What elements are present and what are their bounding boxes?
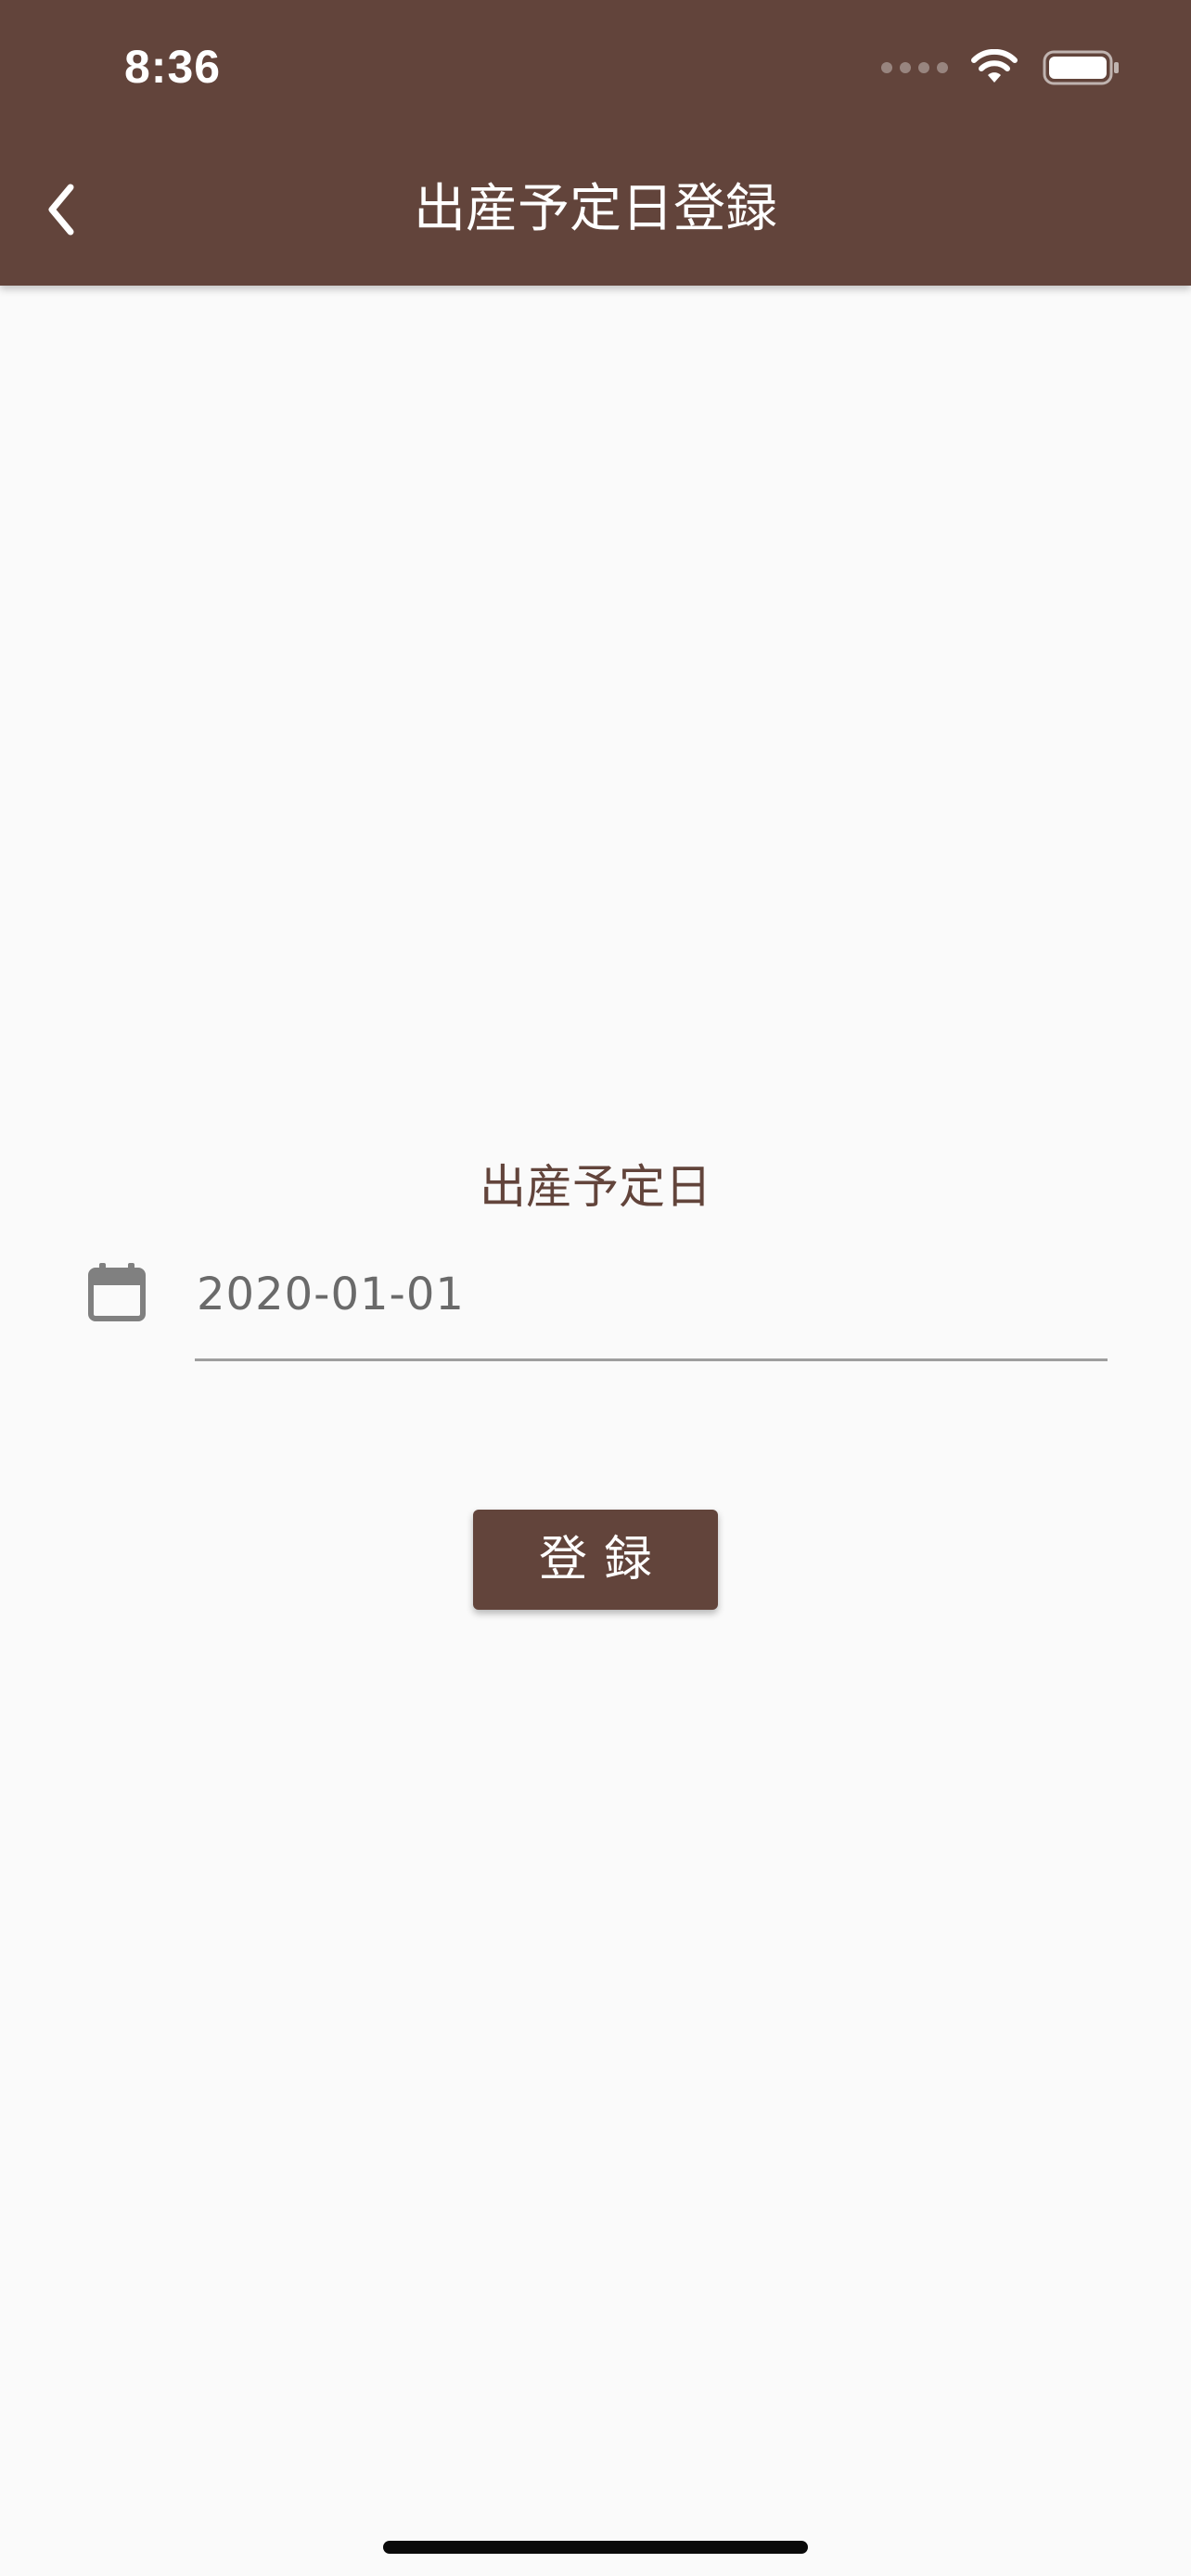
calendar-icon[interactable] [87, 1261, 147, 1322]
page-title: 出産予定日登録 [414, 179, 777, 239]
due-date-field[interactable]: 2020-01-01 [195, 1257, 1108, 1361]
status-time: 8:36 [124, 41, 222, 93]
register-button[interactable]: 登録 [473, 1510, 718, 1610]
signal-dots-icon [881, 62, 948, 73]
due-date-value: 2020-01-01 [197, 1269, 465, 1320]
home-indicator [383, 2541, 808, 2554]
app-bar: 8:36 出産予定日登録 [0, 0, 1191, 286]
due-date-label: 出産予定日 [480, 1160, 711, 1214]
wifi-icon [971, 49, 1018, 83]
battery-icon [1043, 50, 1119, 85]
back-button[interactable] [28, 165, 95, 254]
date-field-underline [195, 1358, 1108, 1361]
chevron-left-icon [48, 184, 74, 236]
status-icons [881, 46, 1121, 89]
